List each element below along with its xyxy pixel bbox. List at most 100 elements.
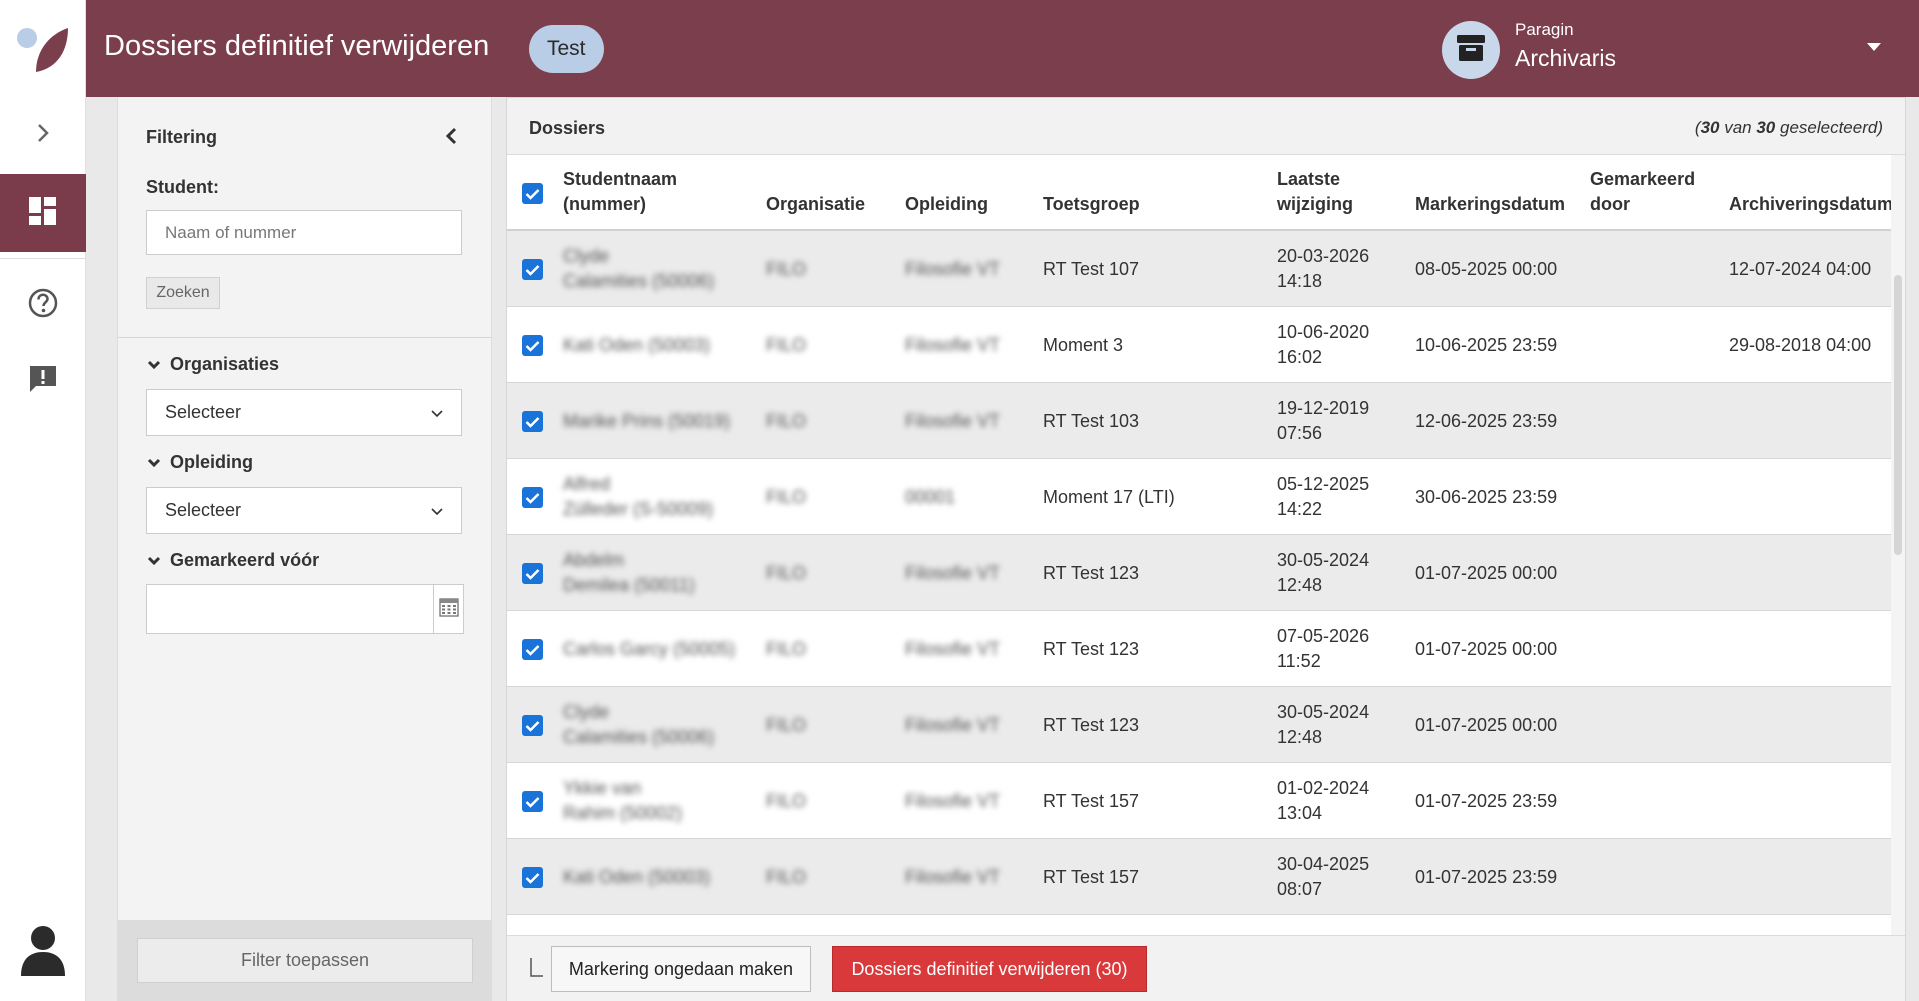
programme-label: Opleiding [170,452,253,472]
cell-programme: Filosofie VT [905,791,1001,811]
programme-section-toggle[interactable]: Opleiding [146,452,253,473]
cell-organisation: FILO [766,487,807,507]
help-button[interactable] [0,280,86,330]
table-row[interactable]: Marike Prins (50019) FILO Filosofie VT RT T… [507,383,1905,459]
cell-marking-date: 10-06-2025 23:59 [1415,335,1558,355]
app-logo[interactable] [16,22,70,76]
rail-divider [0,258,86,259]
col-last-change-line2: wijziging [1277,194,1353,214]
row-checkbox[interactable] [522,259,543,280]
programme-select[interactable]: Selecteer [146,487,462,534]
dossiers-title: Dossiers [529,118,606,138]
organisations-select-value: Selecteer [165,402,242,422]
selected-count: 30 [1700,118,1720,137]
cell-last-change: 30-05-2024 12:48 [1277,550,1370,595]
dashboard-nav-button[interactable] [0,174,86,252]
cell-testgroup: RT Test 157 [1043,867,1140,887]
table-row[interactable]: Clyde Calamities (50006) FILO Filosofie VT R… [507,687,1905,763]
apply-filter-button[interactable]: Filter toepassen [137,938,473,983]
cell-last-change: 20-03-2026 14:18 [1277,246,1370,291]
scrollbar-thumb[interactable] [1894,275,1902,555]
col-last-change-line1: Laatste [1277,169,1341,189]
cell-testgroup: RT Test 123 [1043,715,1140,735]
cell-testgroup: Moment 17 (LTI) [1043,487,1175,507]
row-checkbox[interactable] [522,715,543,736]
calendar-button[interactable] [433,585,463,633]
dossiers-panel: Dossiers (30 van 30 geselecteerd) Studen… [506,97,1906,1001]
col-organisation[interactable]: Organisatie [766,192,865,217]
col-student[interactable]: Studentnaam (nummer) [563,167,677,217]
table-header: Studentnaam (nummer) Organisatie Opleidi… [507,155,1905,231]
col-marked-by-line1: Gemarkeerd [1590,169,1696,189]
cell-marking-date: 01-07-2025 00:00 [1415,715,1558,735]
organisations-select[interactable]: Selecteer [146,389,462,436]
cell-marking-date: 08-05-2025 00:00 [1415,259,1558,279]
cell-testgroup: RT Test 123 [1043,639,1140,659]
cell-student: Clyde Calamities (50006) [563,702,715,747]
chevron-down-icon [146,357,162,373]
table-row[interactable]: Alfred Zülleder (S-50009) FILO 00001 Moment … [507,459,1905,535]
marked-before-date-input[interactable] [146,584,464,634]
selection-mid: van [1719,118,1757,137]
col-archive-date[interactable]: Archiveringsdatum [1729,192,1893,217]
cell-organisation: FILO [766,335,807,355]
row-checkbox[interactable] [522,563,543,584]
user-profile-button[interactable] [0,918,86,982]
app-header: Dossiers definitief verwijderen Test Par… [86,0,1919,97]
search-button[interactable]: Zoeken [146,277,220,309]
chevron-left-icon [445,127,457,150]
filter-divider [118,337,491,338]
col-marking-date[interactable]: Markeringsdatum [1415,192,1565,217]
row-checkbox[interactable] [522,791,543,812]
archive-box-icon [1456,34,1486,67]
student-search-input[interactable] [146,210,462,255]
col-marked-by[interactable]: Gemarkeerd door [1590,167,1695,217]
row-checkbox[interactable] [522,411,543,432]
cell-student: Alfred Zülleder (S-50009) [563,474,714,519]
table-row[interactable]: Kati Oden (50003) FILO Filosofie VT Moment … [507,307,1905,383]
user-menu-toggle[interactable] [1864,40,1884,56]
organisations-section-toggle[interactable]: Organisaties [146,354,279,375]
cell-student: Kati Oden (50003) [563,335,711,355]
cell-marking-date: 01-07-2025 23:59 [1415,867,1558,887]
col-testgroup[interactable]: Toetsgroep [1043,192,1140,217]
caret-down-icon [1866,39,1882,57]
cell-student: Kati Oden (50003) [563,867,711,887]
row-checkbox[interactable] [522,639,543,660]
action-bar: Markering ongedaan maken Dossiers defini… [507,935,1905,1001]
row-checkbox[interactable] [522,867,543,888]
row-checkbox[interactable] [522,487,543,508]
cell-organisation: FILO [766,867,807,887]
feedback-button[interactable] [0,356,86,406]
select-all-checkbox[interactable] [522,183,543,204]
table-row[interactable]: Kati Oden (50003) FILO Filosofie VT RT Test… [507,839,1905,915]
cell-organisation: FILO [766,715,807,735]
cell-organisation: FILO [766,259,807,279]
table-scrollbar[interactable] [1891,155,1905,935]
col-programme[interactable]: Opleiding [905,192,988,217]
select-chevron-icon [431,402,443,423]
cell-programme: Filosofie VT [905,259,1001,279]
collapse-filter-button[interactable] [440,127,462,149]
undo-marking-button[interactable]: Markering ongedaan maken [551,946,811,992]
table-row[interactable]: Carlos Garcy (50005) FILO Filosofie VT RT T… [507,611,1905,687]
selection-suffix: geselecteerd) [1775,118,1883,137]
cell-last-change: 30-05-2024 12:48 [1277,702,1370,747]
calendar-icon [438,597,459,622]
page-title: Dossiers definitief verwijderen [104,30,490,62]
cell-student: Marike Prins (50019) [563,411,731,431]
col-marked-by-line2: door [1590,194,1630,214]
marked-before-section-toggle[interactable]: Gemarkeerd vóór [146,550,319,571]
table-row[interactable]: Clyde Calamities (50006) FILO Filosofie VT R… [507,231,1905,307]
expand-menu-button[interactable] [0,110,86,160]
table-row[interactable]: Ykkie van Rahim (50002) FILO Filosofie VT RT… [507,763,1905,839]
student-label: Student: [146,177,219,197]
cell-archive-date: 12-07-2024 04:00 [1729,259,1872,279]
user-avatar-icon [17,920,69,981]
row-checkbox[interactable] [522,335,543,356]
cell-last-change: 07-05-2026 11:52 [1277,626,1370,671]
table-row[interactable]: Abdelm Demilea (50011) FILO Filosofie VT RT … [507,535,1905,611]
delete-dossiers-button[interactable]: Dossiers definitief verwijderen (30) [832,946,1147,992]
cell-organisation: FILO [766,563,807,583]
col-last-change[interactable]: Laatste wijziging [1277,167,1353,217]
